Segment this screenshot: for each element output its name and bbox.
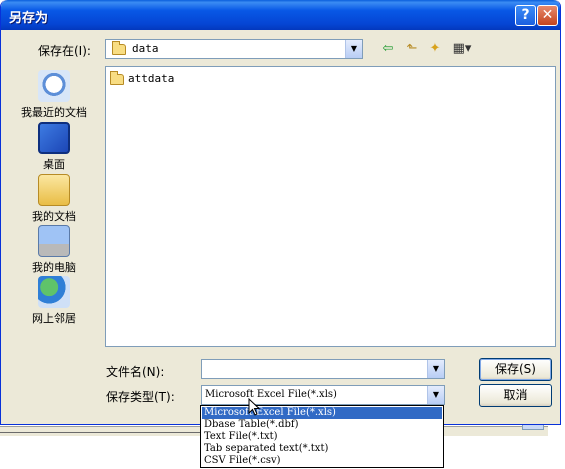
views-menu-icon[interactable]: ▦▾	[449, 41, 475, 57]
places-bar: 我最近的文档 桌面 我的文档 我的电脑 网上邻居	[10, 62, 98, 341]
file-list[interactable]: attdata	[105, 66, 556, 347]
dropdown-option[interactable]: Text File(*.txt)	[202, 431, 442, 443]
close-button[interactable]: ✕	[537, 5, 558, 26]
help-icon: ?	[521, 7, 530, 23]
mouse-cursor-icon	[248, 398, 260, 416]
up-folder-icon[interactable]: ⬑	[403, 41, 421, 57]
my-computer-icon	[38, 225, 70, 257]
save-as-dialog: 另存为 ? ✕ 保存在(I): data ▼ ⇦ ⬑ ✦ ▦▾ 我最近的文档 桌…	[0, 0, 561, 425]
chevron-down-icon[interactable]: ▼	[427, 386, 444, 404]
desktop-icon	[38, 122, 70, 154]
place-label: 我的文档	[32, 210, 76, 223]
chevron-down-icon[interactable]: ▼	[345, 40, 362, 58]
place-my-documents[interactable]: 我的文档	[10, 174, 98, 224]
place-network-places[interactable]: 网上邻居	[10, 276, 98, 326]
close-icon: ✕	[541, 7, 554, 23]
filetype-dropdown-list[interactable]: Microsoft Excel File(*.xls) Dbase Table(…	[200, 405, 444, 468]
dropdown-option[interactable]: Dbase Table(*.dbf)	[202, 419, 442, 431]
place-label: 我的电脑	[32, 261, 76, 274]
background-window-line	[0, 432, 200, 433]
window-title: 另存为	[9, 11, 49, 26]
back-icon[interactable]: ⇦	[379, 41, 397, 57]
recent-documents-icon	[38, 70, 70, 102]
dropdown-option[interactable]: Tab separated text(*.txt)	[202, 443, 442, 455]
place-label: 我最近的文档	[21, 106, 87, 119]
filetype-select[interactable]: Microsoft Excel File(*.xls) ▼	[201, 385, 445, 405]
new-folder-icon[interactable]: ✦	[426, 41, 444, 57]
place-desktop[interactable]: 桌面	[10, 122, 98, 172]
folder-icon	[110, 70, 124, 85]
place-my-computer[interactable]: 我的电脑	[10, 225, 98, 275]
place-label: 桌面	[43, 158, 65, 171]
save-in-value: data	[132, 42, 159, 55]
place-recent-documents[interactable]: 我最近的文档	[10, 70, 98, 120]
dropdown-option[interactable]: CSV File(*.csv)	[202, 455, 442, 467]
cancel-button[interactable]: 取消	[479, 384, 552, 407]
filetype-value: Microsoft Excel File(*.xls)	[205, 389, 337, 400]
title-bar[interactable]: 另存为 ? ✕	[1, 0, 560, 30]
filename-label: 文件名(N):	[106, 365, 165, 379]
chevron-down-icon[interactable]: ▼	[427, 360, 444, 378]
place-label: 网上邻居	[32, 312, 76, 325]
folder-icon	[112, 41, 126, 55]
my-documents-icon	[38, 174, 70, 206]
dropdown-option[interactable]: Microsoft Excel File(*.xls)	[202, 407, 442, 419]
list-item[interactable]: attdata	[110, 70, 175, 85]
file-name: attdata	[128, 72, 175, 85]
filetype-label: 保存类型(T):	[106, 390, 175, 404]
save-in-label: 保存在(I):	[38, 44, 91, 58]
filename-input[interactable]: ▼	[201, 359, 445, 379]
help-button[interactable]: ?	[515, 5, 536, 26]
network-places-icon	[38, 276, 70, 308]
save-in-combobox[interactable]: data ▼	[105, 39, 363, 59]
save-button[interactable]: 保存(S)	[479, 358, 552, 381]
